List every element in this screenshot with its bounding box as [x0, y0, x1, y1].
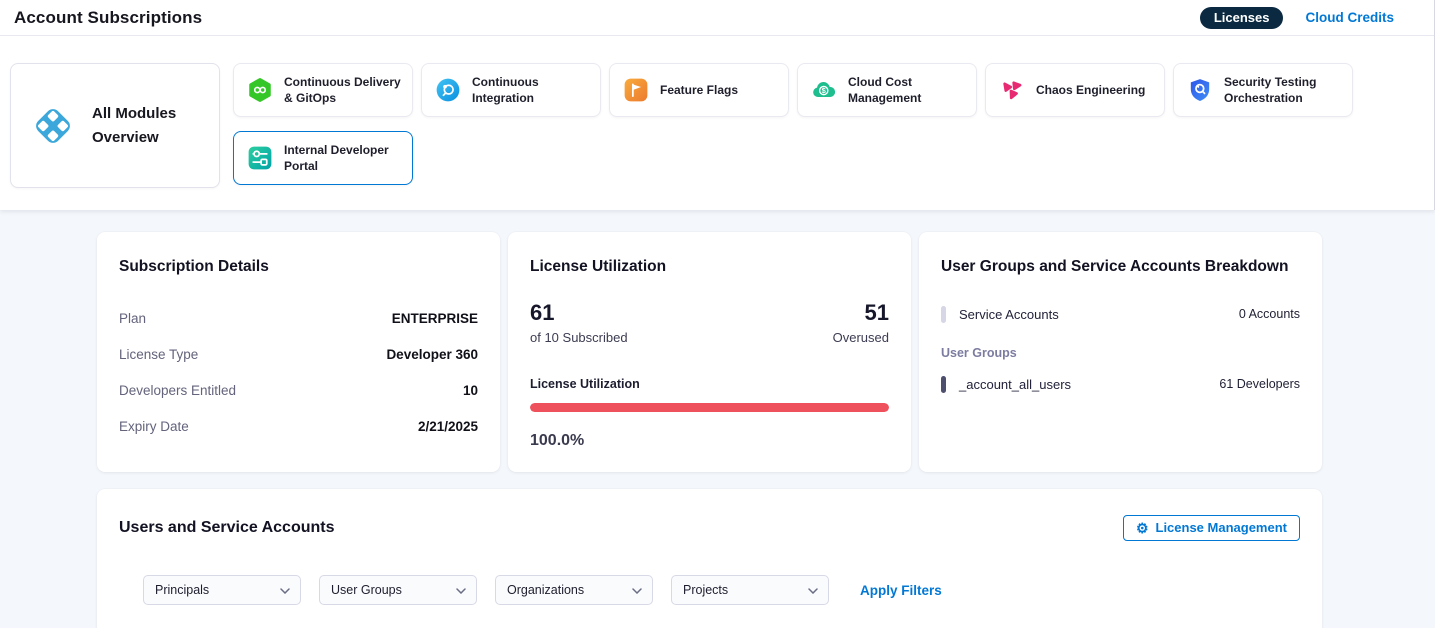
chevron-down-icon [456, 581, 466, 599]
feature-flags-icon [622, 76, 650, 104]
chevron-down-icon [632, 581, 642, 599]
service-accounts-value: 0 Accounts [1239, 307, 1300, 321]
header-tabs: Licenses Cloud Credits [1200, 7, 1394, 29]
cd-icon [246, 76, 274, 104]
gear-icon: ⚙ [1136, 521, 1149, 535]
sto-icon [1186, 76, 1214, 104]
principals-dropdown[interactable]: Principals [143, 575, 301, 605]
filters-row: Principals User Groups Organizations Pro… [143, 575, 1300, 605]
stats-row: Subscription Details Plan ENTERPRISE Lic… [97, 232, 1322, 472]
utilization-bar-label: License Utilization [530, 377, 889, 391]
module-grid: Continuous Delivery & GitOps Continuous … [233, 63, 1361, 185]
dropdown-label: User Groups [331, 583, 402, 597]
subscription-details-title: Subscription Details [119, 258, 478, 276]
license-utilization-card: License Utilization 61 of 10 Subscribed … [508, 232, 911, 472]
row-label: Plan [119, 311, 146, 326]
ccm-icon: $ [810, 76, 838, 104]
utilization-bar-track [530, 403, 889, 412]
user-group-name: _account_all_users [959, 377, 1071, 392]
user-group-row: _account_all_users 61 Developers [941, 374, 1300, 394]
license-utilization-title: License Utilization [530, 258, 889, 276]
users-and-service-accounts-card: Users and Service Accounts ⚙ License Man… [97, 489, 1322, 628]
utilization-percent: 100.0% [530, 432, 889, 450]
subscription-row-plan: Plan ENTERPRISE [119, 300, 478, 336]
breakdown-title: User Groups and Service Accounts Breakdo… [941, 258, 1300, 276]
module-card-ccm[interactable]: $ Cloud Cost Management [797, 63, 977, 117]
used-caption: of 10 Subscribed [530, 330, 628, 345]
used-block: 61 of 10 Subscribed [530, 300, 628, 345]
row-value: ENTERPRISE [392, 311, 478, 326]
apply-filters-link[interactable]: Apply Filters [860, 583, 942, 598]
overused-count: 51 [833, 300, 889, 326]
row-label: License Type [119, 347, 198, 362]
utilization-numbers: 61 of 10 Subscribed 51 Overused [530, 300, 889, 345]
user-group-marker [941, 376, 946, 393]
user-group-value: 61 Developers [1219, 377, 1300, 391]
module-label: Continuous Integration [472, 74, 590, 106]
idp-icon [246, 144, 274, 172]
module-card-idp[interactable]: Internal Developer Portal [233, 131, 413, 185]
service-accounts-label: Service Accounts [959, 307, 1059, 322]
chaos-icon [998, 76, 1026, 104]
user-groups-subhead: User Groups [941, 346, 1300, 360]
dropdown-label: Projects [683, 583, 728, 597]
dropdown-label: Principals [155, 583, 209, 597]
ci-icon [434, 76, 462, 104]
row-value: Developer 360 [386, 347, 478, 362]
subscription-row-expiry-date: Expiry Date 2/21/2025 [119, 408, 478, 444]
module-label: Security Testing Orchestration [1224, 74, 1342, 106]
row-value: 2/21/2025 [418, 419, 478, 434]
dropdown-label: Organizations [507, 583, 584, 597]
chevron-down-icon [808, 581, 818, 599]
module-card-ci[interactable]: Continuous Integration [421, 63, 601, 117]
top-section: Account Subscriptions Licenses Cloud Cre… [0, 0, 1435, 210]
users-section-title: Users and Service Accounts [119, 519, 335, 537]
row-label: Developers Entitled [119, 383, 236, 398]
projects-dropdown[interactable]: Projects [671, 575, 829, 605]
module-band: All Modules Overview Continuous Delivery… [0, 36, 1434, 210]
module-card-chaos[interactable]: Chaos Engineering [985, 63, 1165, 117]
organizations-dropdown[interactable]: Organizations [495, 575, 653, 605]
module-card-cd-gitops[interactable]: Continuous Delivery & GitOps [233, 63, 413, 117]
row-value: 10 [463, 383, 478, 398]
subscription-row-developers-entitled: Developers Entitled 10 [119, 372, 478, 408]
module-card-feature-flags[interactable]: Feature Flags [609, 63, 789, 117]
module-label: Feature Flags [660, 82, 738, 98]
page-title: Account Subscriptions [14, 8, 202, 28]
license-management-label: License Management [1156, 520, 1288, 535]
license-management-button[interactable]: ⚙ License Management [1123, 515, 1300, 541]
tab-licenses[interactable]: Licenses [1200, 7, 1284, 29]
module-card-sto[interactable]: Security Testing Orchestration [1173, 63, 1353, 117]
overused-caption: Overused [833, 330, 889, 345]
tab-cloud-credits[interactable]: Cloud Credits [1305, 10, 1394, 25]
breakdown-card: User Groups and Service Accounts Breakdo… [919, 232, 1322, 472]
module-label: Cloud Cost Management [848, 74, 966, 106]
subscription-details-card: Subscription Details Plan ENTERPRISE Lic… [97, 232, 500, 472]
user-groups-dropdown[interactable]: User Groups [319, 575, 477, 605]
all-modules-overview-card[interactable]: All Modules Overview [10, 63, 220, 188]
row-label: Expiry Date [119, 419, 189, 434]
users-section-header: Users and Service Accounts ⚙ License Man… [119, 515, 1300, 541]
module-label: Internal Developer Portal [284, 142, 402, 174]
module-label: Chaos Engineering [1036, 82, 1145, 98]
service-accounts-marker [941, 306, 946, 323]
utilization-bar-fill [530, 403, 889, 412]
used-count: 61 [530, 300, 628, 326]
all-modules-icon [27, 100, 79, 152]
overused-block: 51 Overused [833, 300, 889, 345]
subscription-row-license-type: License Type Developer 360 [119, 336, 478, 372]
service-accounts-row: Service Accounts 0 Accounts [941, 304, 1300, 324]
module-label: Continuous Delivery & GitOps [284, 74, 402, 106]
all-modules-overview-label: All Modules Overview [92, 102, 205, 149]
header-bar: Account Subscriptions Licenses Cloud Cre… [0, 0, 1434, 36]
chevron-down-icon [280, 581, 290, 599]
